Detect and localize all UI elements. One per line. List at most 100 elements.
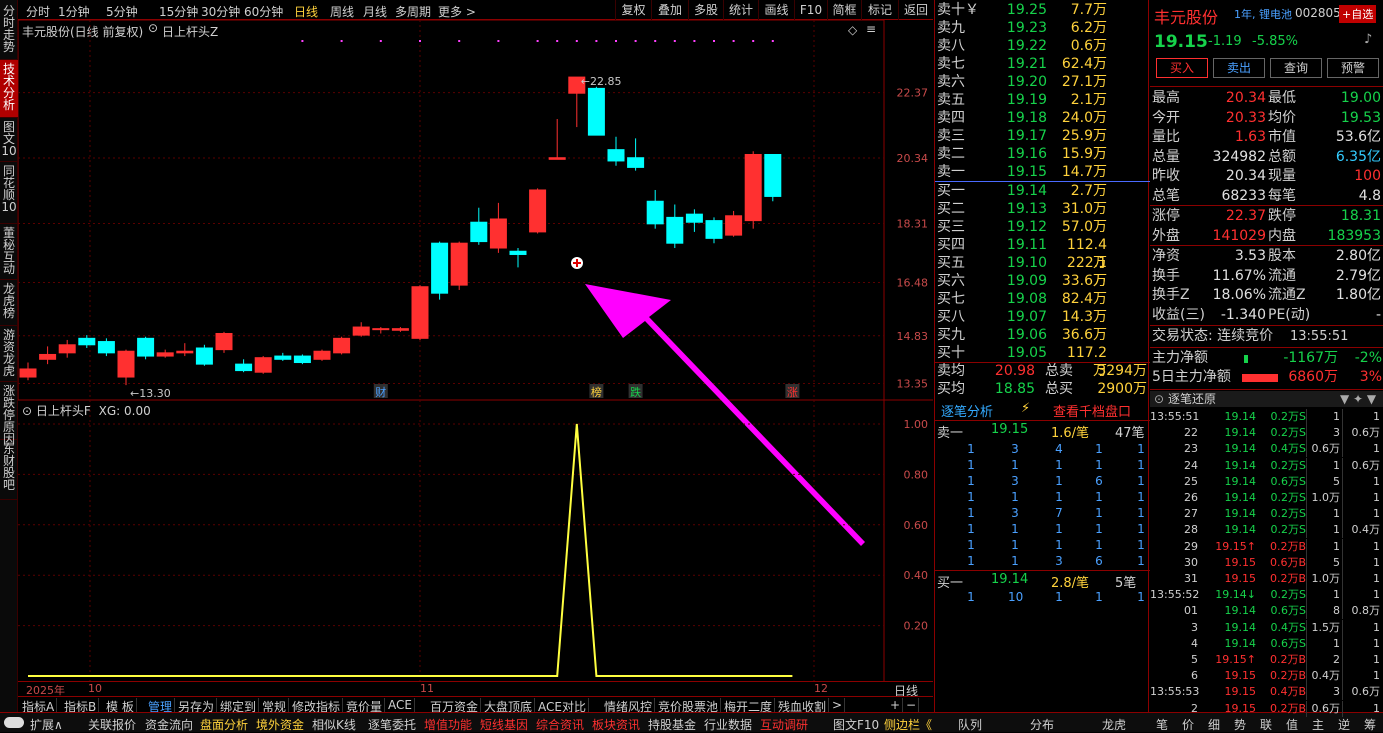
order-row[interactable]: 买七 19.08 82.4万 (935, 290, 1150, 308)
left-tab-5[interactable]: 龙虎榜 (0, 280, 18, 326)
period-tab-0[interactable]: 分时 (26, 3, 50, 20)
toggle-switch[interactable] (4, 717, 24, 728)
period-tab-6[interactable]: 日线 (294, 3, 318, 20)
toolbar-button-6[interactable]: 简框 (827, 0, 861, 20)
bottom-tab-10[interactable]: 板块资讯 (592, 716, 640, 733)
add-watchlist-button[interactable]: +自选 (1339, 5, 1377, 23)
bottom-tab-27[interactable]: 筹 (1364, 716, 1376, 733)
trade-button-2[interactable]: 查询 (1270, 58, 1322, 78)
bottom-tab-17[interactable]: 分布 (1030, 716, 1054, 733)
period-tab-7[interactable]: 周线 (330, 3, 354, 20)
bottom-tab-14[interactable]: 图文F10 (833, 716, 879, 733)
thousand-depth-link[interactable]: 查看千档盘口 (1053, 401, 1131, 420)
bottom-tab-0[interactable]: 扩展∧ (30, 716, 63, 733)
event-flag[interactable]: 榜 (591, 385, 602, 399)
left-tab-4[interactable]: 董秘互动 (0, 224, 18, 280)
bottom-tab-20[interactable]: 价 (1182, 716, 1194, 733)
order-row[interactable]: 卖一 19.15 14.7万 (935, 163, 1150, 181)
bottom-tab-13[interactable]: 互动调研 (760, 716, 808, 733)
left-tab-8[interactable]: 东财股吧 (0, 440, 18, 500)
order-row[interactable]: 买九 19.06 36.6万 (935, 326, 1150, 344)
bottom-tab-22[interactable]: 势 (1234, 716, 1246, 733)
order-row[interactable]: 买五 19.10 222.1万 (935, 254, 1150, 289)
toolbar-button-3[interactable]: 统计 (723, 0, 758, 20)
candle (78, 335, 96, 349)
order-row[interactable]: 卖四 19.18 24.0万 (935, 109, 1150, 127)
bottom-tab-23[interactable]: 联 (1260, 716, 1272, 733)
bottom-tab-11[interactable]: 持股基金 (648, 716, 696, 733)
bottom-tab-7[interactable]: 增值功能 (424, 716, 472, 733)
bottom-tab-19[interactable]: 笔 (1156, 716, 1168, 733)
bottom-tab-1[interactable]: 关联报价 (88, 716, 136, 733)
signal-dot (575, 40, 578, 42)
toolbar-button-0[interactable]: 复权 (615, 0, 651, 20)
bottom-tab-8[interactable]: 短线基因 (480, 716, 528, 733)
indicator-tab-18[interactable]: + (888, 698, 904, 712)
left-tab-2[interactable]: 图文10 (0, 118, 18, 162)
order-row[interactable]: 卖七 19.21 62.4万 (935, 55, 1150, 73)
period-tab-5[interactable]: 60分钟 (244, 3, 283, 20)
period-tab-1[interactable]: 1分钟 (58, 3, 90, 20)
tick-list-title[interactable]: 逐笔还原 (1168, 391, 1216, 407)
bottom-tab-18[interactable]: 龙虎 (1102, 716, 1126, 733)
order-row[interactable]: 买二 19.13 31.0万 (935, 200, 1150, 218)
order-row[interactable]: 买十 19.05 117.2万 (935, 344, 1150, 379)
bottom-tab-3[interactable]: 盘面分析 (200, 716, 248, 733)
indicator-tab-19[interactable]: − (904, 698, 920, 712)
bottom-tab-21[interactable]: 细 (1208, 716, 1220, 733)
bottom-tab-5[interactable]: 相似K线 (312, 716, 356, 733)
order-row[interactable]: 卖九 19.23 6.2万 (935, 19, 1150, 37)
indicator-tab-9[interactable]: ACE (386, 698, 415, 712)
order-row[interactable]: 卖八 19.22 0.6万 (935, 37, 1150, 55)
bottom-tab-26[interactable]: 逆 (1338, 716, 1350, 733)
trade-button-1[interactable]: 卖出 (1213, 58, 1265, 78)
order-row[interactable]: 买八 19.07 14.3万 (935, 308, 1150, 326)
event-flag[interactable]: 涨 (787, 386, 798, 399)
period-tab-3[interactable]: 15分钟 (159, 3, 198, 20)
bell-icon[interactable]: ♪ (1364, 32, 1372, 47)
order-row[interactable]: 买六 19.09 33.6万 (935, 272, 1150, 290)
bottom-tab-6[interactable]: 逐笔委托 (368, 716, 416, 733)
order-row[interactable]: 买四 19.11 112.4万 (935, 236, 1150, 271)
bottom-tab-9[interactable]: 综合资讯 (536, 716, 584, 733)
order-row[interactable]: 卖五 19.19 2.1万 (935, 91, 1150, 109)
kline-chart[interactable]: 22.37 20.34 18.31 16.48 14.83 13.35 ←22.85 ←13.… (18, 20, 933, 682)
tick-analysis-title[interactable]: 逐笔分析 (941, 401, 993, 420)
order-row[interactable]: 买一 19.14 2.7万 (935, 182, 1150, 200)
toolbar-button-4[interactable]: 画线 (758, 0, 794, 20)
bottom-tab-12[interactable]: 行业数据 (704, 716, 752, 733)
period-tab-10[interactable]: 更多 > (438, 3, 476, 20)
left-tab-7[interactable]: 涨跌停原因 (0, 382, 18, 445)
order-row[interactable]: 买三 19.12 57.0万 (935, 218, 1150, 236)
bottom-tab-4[interactable]: 境外资金 (256, 716, 304, 733)
indicator-tab-17[interactable]: > (830, 698, 846, 712)
period-tab-8[interactable]: 月线 (363, 3, 387, 20)
period-tab-9[interactable]: 多周期 (395, 3, 431, 20)
toolbar-button-8[interactable]: 返回 (898, 0, 933, 20)
order-row[interactable]: 卖三 19.17 25.9万 (935, 127, 1150, 145)
order-row[interactable]: 卖十￥ 19.25 7.7万 (935, 1, 1150, 19)
bottom-tab-24[interactable]: 值 (1286, 716, 1298, 733)
bottom-tab-15[interactable]: 侧边栏《 (884, 716, 932, 733)
left-tab-3[interactable]: 同花顺10 (0, 162, 18, 224)
filter-icon[interactable]: ▼ ✦ ▼ (1340, 391, 1376, 407)
toolbar-button-2[interactable]: 多股 (688, 0, 723, 20)
event-flag[interactable]: 财 (375, 385, 386, 399)
left-tab-0[interactable]: 分时走势 (0, 2, 18, 60)
order-row[interactable]: 卖六 19.20 27.1万 (935, 73, 1150, 91)
event-flag[interactable]: 跌 (630, 385, 641, 399)
bottom-tab-2[interactable]: 资金流向 (145, 716, 193, 733)
left-tab-6[interactable]: 游资龙虎 (0, 326, 18, 382)
bottom-tab-16[interactable]: 队列 (958, 716, 982, 733)
toolbar-button-1[interactable]: 叠加 (651, 0, 688, 20)
period-tab-4[interactable]: 30分钟 (201, 3, 240, 20)
trade-button-0[interactable]: 买入 (1156, 58, 1208, 78)
left-tab-1[interactable]: 技术分析 (0, 60, 18, 118)
toolbar-button-5[interactable]: F10 (794, 0, 827, 20)
stock-tags[interactable]: 1年, 锂电池 (1234, 6, 1292, 22)
order-row[interactable]: 卖二 19.16 15.9万 (935, 145, 1150, 163)
bottom-tab-25[interactable]: 主 (1312, 716, 1324, 733)
trade-button-3[interactable]: 预警 (1327, 58, 1379, 78)
toolbar-button-7[interactable]: 标记 (861, 0, 898, 20)
period-tab-2[interactable]: 5分钟 (106, 3, 138, 20)
